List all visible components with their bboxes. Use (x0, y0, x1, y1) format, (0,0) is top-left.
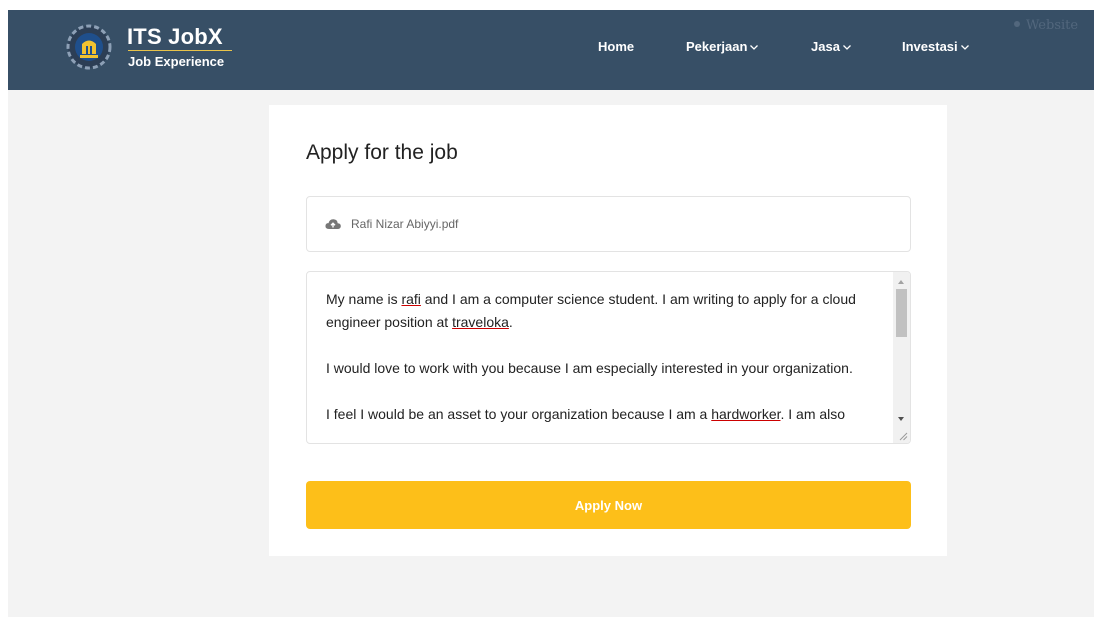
nav-jasa-label: Jasa (811, 39, 840, 54)
apply-now-button[interactable]: Apply Now (306, 481, 911, 529)
spellcheck-word: rafi (401, 291, 421, 307)
nav-home[interactable]: Home (598, 39, 634, 54)
spellcheck-word: hardworker (711, 406, 781, 422)
nav-pekerjaan-label: Pekerjaan (686, 39, 748, 54)
website-link[interactable]: Website (1014, 18, 1078, 33)
top-navbar: ITS JobX Job Experience Home Pekerjaan J… (8, 10, 1094, 90)
page-frame: ITS JobX Job Experience Home Pekerjaan J… (8, 10, 1094, 617)
cover-letter-text: My name is rafi and I am a computer scie… (326, 288, 886, 443)
cover-letter-paragraph: I feel I would be an asset to your organ… (326, 403, 886, 426)
cover-letter-line: My name is (326, 291, 402, 307)
nav-investasi[interactable]: Investasi (902, 39, 969, 54)
textarea-scrollbar[interactable] (893, 272, 910, 443)
brand-divider (128, 50, 232, 51)
application-card: Apply for the job Rafi Nizar Abiyyi.pdf … (269, 105, 947, 556)
cover-letter-line: . I am also (780, 406, 846, 422)
scrollbar-thumb[interactable] (896, 289, 907, 337)
chevron-down-icon (842, 45, 851, 50)
page-title: Apply for the job (306, 141, 458, 164)
spellcheck-word: traveloka (452, 314, 509, 330)
cover-letter-textarea[interactable]: My name is rafi and I am a computer scie… (306, 271, 911, 444)
brand-subtitle: Job Experience (128, 54, 225, 69)
chevron-down-icon (960, 45, 969, 50)
nav-investasi-label: Investasi (902, 39, 958, 54)
cloud-upload-icon (325, 219, 341, 229)
globe-icon (1014, 21, 1020, 27)
nav-jasa[interactable]: Jasa (811, 39, 851, 54)
brand-title[interactable]: ITS JobX (127, 24, 223, 50)
cover-letter-paragraph: I would love to work with you because I … (326, 360, 853, 376)
cover-letter-line: I feel I would be an asset to your organ… (326, 406, 712, 422)
cover-letter-line: . (508, 314, 513, 330)
resume-file-name: Rafi Nizar Abiyyi.pdf (351, 217, 459, 231)
resume-upload-field[interactable]: Rafi Nizar Abiyyi.pdf (306, 196, 911, 252)
nav-home-label: Home (598, 39, 635, 54)
scroll-down-arrow-icon[interactable] (898, 417, 904, 421)
its-logo-icon[interactable] (66, 24, 112, 70)
scroll-up-arrow-icon[interactable] (898, 280, 904, 284)
chevron-down-icon (750, 45, 759, 50)
cover-letter-paragraph: My name is rafi and I am a computer scie… (326, 288, 886, 334)
nav-pekerjaan[interactable]: Pekerjaan (686, 39, 759, 54)
resize-handle-icon[interactable] (898, 431, 908, 441)
website-link-label: Website (1026, 18, 1079, 33)
